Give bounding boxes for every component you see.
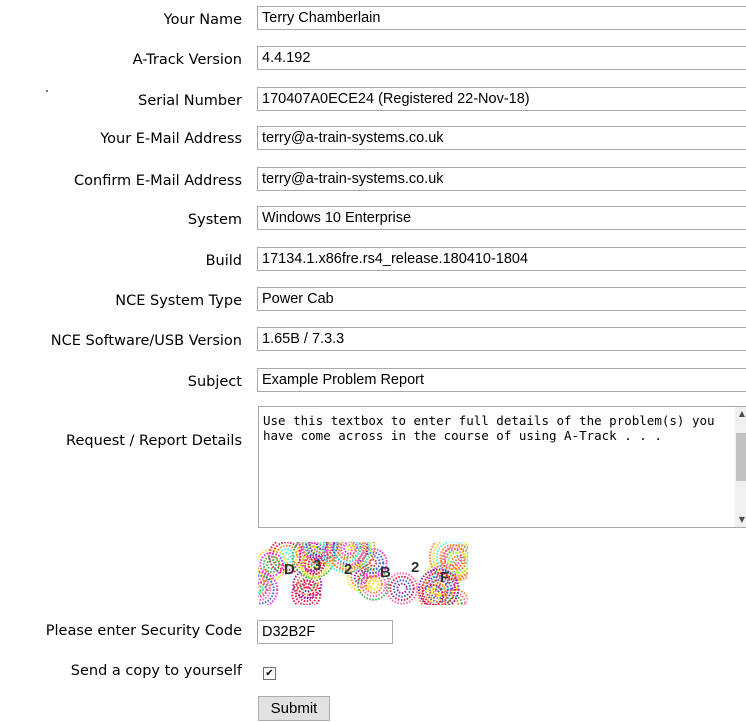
security-code-label: Please enter Security Code <box>45 623 242 639</box>
captcha-image: D 3 2 B 2 F <box>258 542 468 605</box>
nce-system-type-label: NCE System Type <box>115 293 242 309</box>
subject-label: Subject <box>187 374 242 390</box>
atrack-version-label: A-Track Version <box>132 52 242 68</box>
captcha-ring <box>368 558 378 568</box>
atrack-version-input[interactable]: 4.4.192 <box>257 46 746 70</box>
captcha-ring <box>282 551 292 561</box>
captcha-character: 2 <box>344 561 352 578</box>
captcha-ring <box>396 582 408 595</box>
nce-system-type-input[interactable]: Power Cab <box>257 287 746 311</box>
captcha-character: B <box>380 564 391 581</box>
captcha-ring <box>385 572 419 605</box>
checkmark-icon: ✔ <box>265 668 274 679</box>
stray-dot <box>46 90 48 92</box>
your-name-input[interactable]: Terry Chamberlain <box>257 6 746 30</box>
system-label: System <box>187 212 242 228</box>
build-input[interactable]: 17134.1.x86fre.rs4_release.180410-1804 <box>257 247 746 271</box>
scroll-thumb[interactable] <box>736 433 746 481</box>
scroll-up-arrow-icon[interactable]: ▲ <box>735 407 746 421</box>
build-label: Build <box>205 253 242 269</box>
send-copy-label: Send a copy to yourself <box>70 663 242 679</box>
details-text: Use this textbox to enter full details o… <box>263 413 723 443</box>
details-label: Request / Report Details <box>66 433 242 449</box>
scroll-down-arrow-icon[interactable]: ▼ <box>735 513 746 527</box>
confirm-email-label: Confirm E-Mail Address <box>74 173 242 189</box>
captcha-character: 2 <box>411 559 419 576</box>
captcha-character: 3 <box>313 557 321 574</box>
captcha-ring <box>392 579 412 598</box>
security-code-input[interactable]: D32B2F <box>257 620 393 644</box>
captcha-character: D <box>284 561 295 578</box>
your-name-label: Your Name <box>163 12 242 28</box>
email-input[interactable]: terry@a-train-systems.co.uk <box>257 126 746 150</box>
system-input[interactable]: Windows 10 Enterprise <box>257 206 746 230</box>
nce-software-version-input[interactable]: 1.65B / 7.3.3 <box>257 327 746 351</box>
subject-input[interactable]: Example Problem Report <box>257 368 746 392</box>
nce-software-version-label: NCE Software/USB Version <box>50 333 242 349</box>
captcha-ring <box>340 543 353 556</box>
captcha-character: F <box>440 569 449 586</box>
submit-button[interactable]: Submit <box>258 696 330 721</box>
details-scrollbar[interactable]: ▲ ▼ <box>735 407 746 527</box>
details-textarea[interactable]: Use this textbox to enter full details o… <box>258 406 746 528</box>
captcha-ring <box>301 589 311 599</box>
captcha-graphic: D 3 2 B 2 F <box>258 542 468 605</box>
confirm-email-input[interactable]: terry@a-train-systems.co.uk <box>257 167 746 191</box>
serial-number-input[interactable]: 170407A0ECE24 (Registered 22-Nov-18) <box>257 87 746 111</box>
serial-number-label: Serial Number <box>138 93 242 109</box>
send-copy-checkbox[interactable]: ✔ <box>263 667 276 680</box>
email-label: Your E-Mail Address <box>100 131 242 147</box>
